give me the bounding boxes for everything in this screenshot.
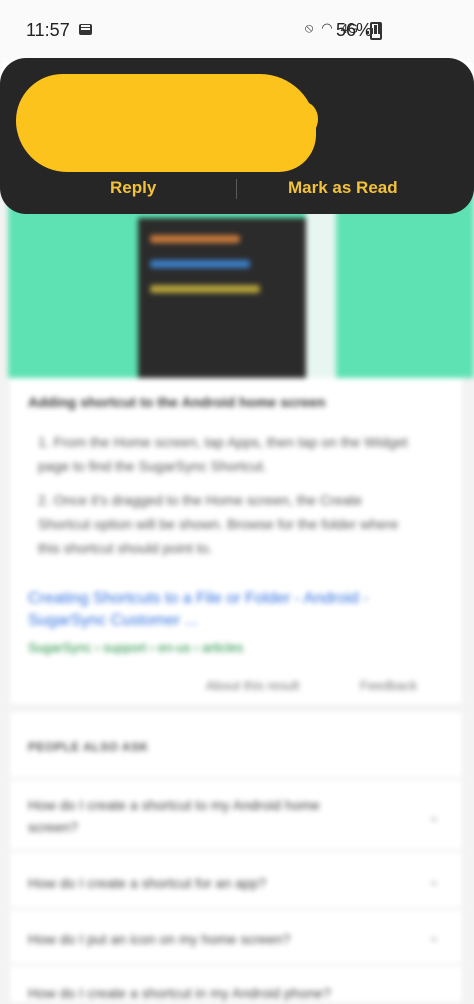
mark-as-read-button[interactable]: Mark as Read	[288, 178, 398, 198]
snippet-step: 2. Once it's dragged to the Home screen,…	[38, 492, 399, 556]
result-link[interactable]: Creating Shortcuts to a File or Folder -…	[28, 588, 448, 632]
chevron-down-icon[interactable]: ⌄	[428, 808, 440, 825]
status-time: 11:57	[26, 20, 70, 40]
chevron-down-icon[interactable]: ⌄	[428, 928, 440, 945]
chevron-down-icon[interactable]: ⌄	[428, 872, 440, 889]
people-also-ask-header: PEOPLE ALSO ASK	[28, 740, 149, 754]
result-url: SugarSync › support › en-us › articles	[28, 640, 244, 655]
feedback-button[interactable]: Feedback	[360, 678, 417, 693]
redacted-message-content	[16, 74, 318, 172]
about-this-result-button[interactable]: About this result	[206, 678, 299, 693]
wifi-calling-icon: ◠	[321, 20, 333, 35]
status-bar: 11:57 ⦸ ◠ 4G 56%	[0, 0, 474, 60]
button-divider	[236, 179, 237, 199]
people-also-ask-card	[10, 712, 462, 1002]
vibrate-mute-icon: ⦸	[304, 20, 314, 35]
paa-question[interactable]: How do I create a shortcut to my Android…	[28, 794, 368, 838]
snippet-title: Adding shortcut to the Android home scre…	[28, 394, 326, 410]
snippet-step: 1. From the Home screen, tap Apps, then …	[38, 434, 408, 474]
paa-question[interactable]: How do I create a shortcut in my Android…	[28, 982, 368, 1004]
paa-question[interactable]: How do I put an icon on my home screen?	[28, 928, 368, 950]
battery-icon	[370, 22, 382, 40]
paa-question[interactable]: How do I create a shortcut for an app?	[28, 872, 368, 894]
message-notification-icon	[79, 24, 92, 35]
reply-button[interactable]: Reply	[110, 178, 156, 198]
battery-percent: 56%	[336, 20, 373, 40]
